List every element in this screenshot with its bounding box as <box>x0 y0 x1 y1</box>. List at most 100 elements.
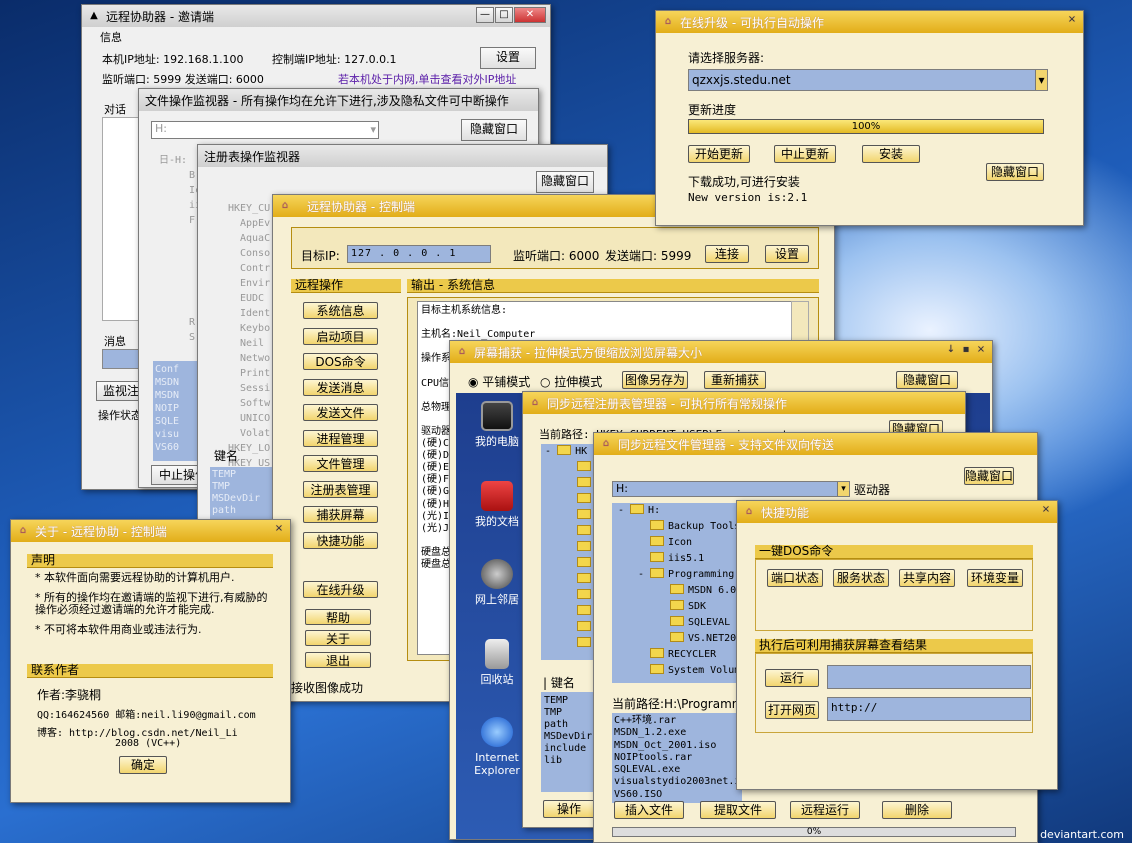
intranet-link[interactable]: 若本机处于内网,单击查看对外IP地址 <box>338 71 516 87</box>
file-row[interactable]: MSDN_1.2.exe <box>614 727 740 739</box>
file-row[interactable]: C++环境.rar <box>614 715 740 727</box>
file-row[interactable]: VS60.ISO <box>614 789 740 801</box>
insert-file-button[interactable]: 插入文件 <box>614 801 684 819</box>
about-button[interactable]: 关于 <box>305 630 371 646</box>
remote-run-button[interactable]: 远程运行 <box>790 801 860 819</box>
scrollbar[interactable] <box>791 301 809 341</box>
tree-item[interactable]: Contr <box>228 261 270 276</box>
file-row[interactable]: visualstydio2003net.iso <box>614 776 742 788</box>
close-button[interactable]: ✕ <box>514 7 546 23</box>
tree-item[interactable]: ii <box>159 198 201 213</box>
help-button[interactable]: 帮助 <box>305 609 371 625</box>
tree-item[interactable]: Sessi <box>228 381 270 396</box>
tree-node[interactable]: RECYCLER <box>612 647 742 663</box>
filemgr-hide-button[interactable]: 隐藏窗口 <box>964 467 1014 485</box>
screen-titlebar[interactable]: ⌂ 屏幕捕获 - 拉伸模式方便缩放浏览屏幕大小 ↓ ▪ × <box>450 341 992 363</box>
file-row[interactable]: MSDN_Oct_2001.iso <box>614 740 740 752</box>
recapture-button[interactable]: 重新捕获 <box>704 371 766 389</box>
port-status-button[interactable]: 端口状态 <box>767 569 823 587</box>
upgrade-button[interactable]: 在线升级 <box>303 581 378 598</box>
tree-item[interactable]: S <box>189 330 195 345</box>
tree-item[interactable]: B <box>159 168 201 183</box>
tree-item[interactable]: Netwo <box>228 351 270 366</box>
minimize-button[interactable]: ↓ <box>944 343 958 359</box>
tree-node[interactable]: - H: <box>612 503 742 519</box>
sysinfo-button[interactable]: 系统信息 <box>303 302 378 319</box>
tree-node[interactable]: Icon <box>612 535 742 551</box>
invite-setup-button[interactable]: 设置 <box>480 47 536 69</box>
tree-item[interactable]: Conso <box>228 246 270 261</box>
tree-node[interactable]: SQLEVAL <box>612 615 742 631</box>
close-button[interactable]: × <box>1065 13 1079 29</box>
maximize-button[interactable]: □ <box>495 7 513 23</box>
about-titlebar[interactable]: ⌂ 关于 - 远程协助 - 控制端 × <box>11 520 290 542</box>
tree-node[interactable]: - Programming <box>612 567 742 583</box>
tree-item[interactable]: EUDC <box>228 291 270 306</box>
screen-hide-button[interactable]: 隐藏窗口 <box>896 371 958 389</box>
service-status-button[interactable]: 服务状态 <box>833 569 889 587</box>
tree-item[interactable]: AquaC <box>228 231 270 246</box>
connect-button[interactable]: 连接 <box>705 245 749 263</box>
close-button[interactable]: × <box>1039 503 1053 519</box>
registry-button[interactable]: 注册表管理 <box>303 481 378 498</box>
save-image-button[interactable]: 图像另存为 <box>622 371 688 389</box>
send-file-button[interactable]: 发送文件 <box>303 404 378 421</box>
tree-item[interactable]: Keybo <box>228 321 270 336</box>
share-content-button[interactable]: 共享内容 <box>899 569 955 587</box>
tree-node[interactable]: iis5.1 <box>612 551 742 567</box>
invite-titlebar[interactable]: ▲ 远程协助器 - 邀请端 — □ ✕ <box>82 5 550 27</box>
file-row[interactable]: NOIPtools.rar <box>614 752 740 764</box>
filemgr-drive-select[interactable]: H: ▾ <box>612 481 850 497</box>
tree-item[interactable]: Volat <box>228 426 270 441</box>
maximize-button[interactable]: ▪ <box>959 343 973 359</box>
process-button[interactable]: 进程管理 <box>303 430 378 447</box>
delete-button[interactable]: 删除 <box>882 801 952 819</box>
file-row[interactable]: SQLEVAL.exe <box>614 764 740 776</box>
tree-item[interactable]: Ident <box>228 306 270 321</box>
filemon-drive-select[interactable]: H: ▾ <box>151 121 379 139</box>
startup-button[interactable]: 启动项目 <box>303 328 378 345</box>
install-button[interactable]: 安装 <box>862 145 920 163</box>
run-button[interactable]: 运行 <box>765 669 819 687</box>
tile-radio[interactable]: ◉ 平铺模式 <box>468 373 530 390</box>
upgrade-hide-button[interactable]: 隐藏窗口 <box>986 163 1044 181</box>
quick-button[interactable]: 快捷功能 <box>303 532 378 549</box>
control-setup-button[interactable]: 设置 <box>765 245 809 263</box>
filemon-titlebar[interactable]: 文件操作监视器 - 所有操作均在允许下进行,涉及隐私文件可中断操作 <box>139 89 538 111</box>
tree-item[interactable]: AppEv <box>228 216 270 231</box>
filemgr-tree[interactable]: - H: Backup Tools Icon iis5.1 - Programm… <box>612 503 742 683</box>
ok-button[interactable]: 确定 <box>119 756 167 774</box>
tree-item[interactable]: Print <box>228 366 270 381</box>
capture-button[interactable]: 捕获屏幕 <box>303 506 378 523</box>
dos-button[interactable]: DOS命令 <box>303 353 378 370</box>
extract-file-button[interactable]: 提取文件 <box>700 801 776 819</box>
quick-titlebar[interactable]: ⌂ 快捷功能 × <box>737 501 1057 523</box>
open-web-button[interactable]: 打开网页 <box>765 701 819 719</box>
tree-node[interactable]: System Volume <box>612 663 742 679</box>
target-ip-input[interactable]: 127 . 0 . 0 . 1 <box>347 245 491 263</box>
file-list[interactable]: C++环境.rar MSDN_1.2.exe MSDN_Oct_2001.iso NO… <box>612 713 742 803</box>
tree-item[interactable]: HKEY_CU <box>228 201 270 216</box>
regmon-titlebar[interactable]: 注册表操作监视器 <box>198 145 607 167</box>
regmgr-op-button[interactable]: 操作 <box>543 800 595 818</box>
filemgr-titlebar[interactable]: ⌂ 同步远程文件管理器 - 支持文件双向传送 <box>594 433 1037 455</box>
run-command-input[interactable] <box>827 665 1031 689</box>
tree-item[interactable]: Ic <box>159 183 201 198</box>
send-msg-button[interactable]: 发送消息 <box>303 379 378 396</box>
stretch-radio[interactable]: ○ 拉伸模式 <box>540 373 602 390</box>
exit-button[interactable]: 退出 <box>305 652 371 668</box>
stop-update-button[interactable]: 中止更新 <box>774 145 836 163</box>
blog-text[interactable]: 博客: http://blog.csdn.net/Neil_Li <box>37 724 238 739</box>
tree-item[interactable]: 日-H: <box>159 153 201 168</box>
start-update-button[interactable]: 开始更新 <box>688 145 750 163</box>
tree-node[interactable]: SDK <box>612 599 742 615</box>
close-button[interactable]: × <box>974 343 988 359</box>
tree-node[interactable]: Backup Tools <box>612 519 742 535</box>
regmgr-titlebar[interactable]: ⌂ 同步远程注册表管理器 - 可执行所有常规操作 <box>523 392 965 414</box>
filemon-hide-button[interactable]: 隐藏窗口 <box>461 119 527 141</box>
tree-item[interactable]: F <box>159 213 201 228</box>
minimize-button[interactable]: — <box>476 7 494 23</box>
env-var-button[interactable]: 环境变量 <box>967 569 1023 587</box>
regmgr-tree[interactable]: - HK <box>541 444 601 660</box>
file-mgr-button[interactable]: 文件管理 <box>303 455 378 472</box>
